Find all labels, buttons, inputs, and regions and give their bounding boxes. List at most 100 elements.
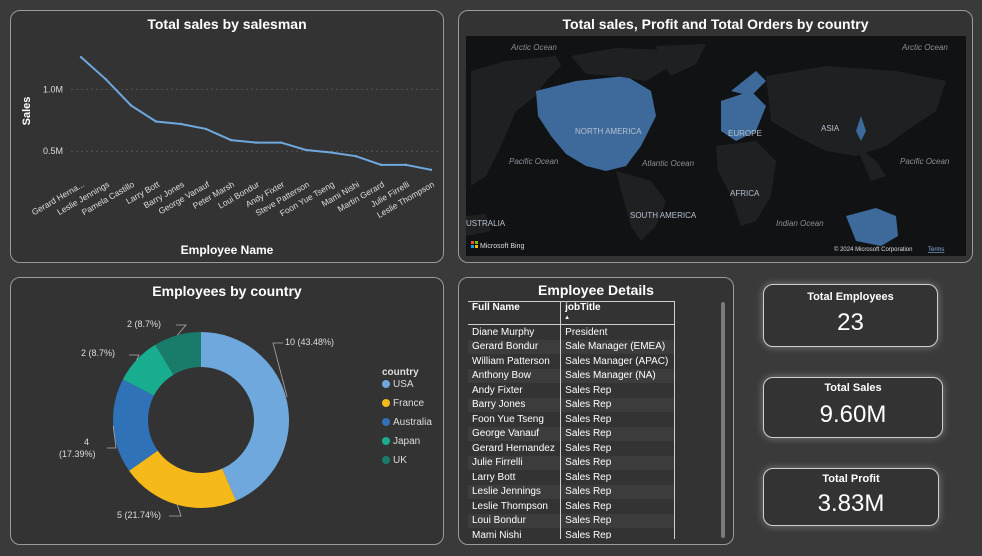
y-tick-label: 1.0M	[43, 84, 63, 94]
sort-ascending-icon: ▲	[564, 315, 571, 321]
employee-job-title: Sales Rep	[560, 383, 675, 398]
employee-job-title: Sales Rep	[560, 397, 675, 412]
employee-details-card[interactable]: Employee Details Full Name jobTitle ▲ Di…	[458, 277, 734, 545]
sales-map-title: Total sales, Profit and Total Orders by …	[562, 16, 869, 32]
job-title-header-label: jobTitle	[565, 302, 601, 313]
sales-by-salesman-card[interactable]: Total sales by salesman 0.5M 1.0M Gerard H…	[10, 10, 444, 263]
legend-swatch-icon	[382, 418, 390, 426]
total-sales-value: 9.60M	[819, 401, 887, 428]
map-label: Pacific Ocean	[509, 157, 559, 166]
sales-data-point[interactable]	[379, 163, 383, 167]
map-label: Indian Ocean	[776, 219, 824, 228]
slice-data-label: 10 (43.48%)	[285, 337, 334, 347]
employee-full-name: Mami Nishi	[468, 528, 562, 539]
employees-by-country-card[interactable]: Employees by country 10 (43.48%) 5 (21.74…	[10, 277, 444, 545]
bing-credit: Microsoft Bing	[480, 243, 524, 250]
slice-data-label: 2 (8.7%)	[81, 348, 115, 358]
sales-data-point[interactable]	[304, 148, 308, 152]
map-label: USTRALIA	[466, 219, 506, 228]
sales-data-point[interactable]	[79, 55, 83, 59]
table-row[interactable]: Leslie Thompson Sales Rep	[468, 499, 675, 514]
employee-full-name: William Patterson	[468, 354, 562, 369]
employee-full-name: Anthony Bow	[468, 368, 562, 383]
sales-data-point[interactable]	[154, 120, 158, 123]
table-row[interactable]: Gerard Hernandez Sales Rep	[468, 441, 675, 456]
table-row[interactable]: Julie Firrelli Sales Rep	[468, 455, 675, 470]
map-terms-link[interactable]: Terms	[928, 247, 944, 253]
total-profit-card[interactable]: Total Profit 3.83M	[763, 468, 939, 526]
table-row[interactable]: Barry Jones Sales Rep	[468, 397, 675, 412]
employee-full-name: Diane Murphy	[468, 324, 562, 340]
table-row[interactable]: Diane Murphy President	[468, 324, 675, 340]
table-scrollbar-thumb[interactable]	[721, 302, 725, 538]
total-employees-label: Total Employees	[807, 291, 894, 303]
sales-data-point[interactable]	[279, 141, 283, 144]
employees-donut-chart[interactable]: 10 (43.48%) 5 (21.74%) 4 (17.39%) 2 (8.7%) 2 …	[11, 278, 443, 544]
employee-job-title: Sales Rep	[560, 528, 675, 539]
column-header-job-title[interactable]: jobTitle ▲	[560, 301, 675, 325]
table-row[interactable]: Gerard Bondur Sale Manager (EMEA)	[468, 339, 675, 354]
total-employees-card[interactable]: Total Employees 23	[763, 284, 938, 347]
employee-job-title: Sales Manager (APAC)	[560, 354, 675, 369]
employee-full-name: Barry Jones	[468, 397, 562, 412]
employee-job-title: Sales Rep	[560, 441, 675, 456]
legend-item-usa[interactable]: USA	[393, 379, 414, 390]
sales-data-point[interactable]	[179, 122, 183, 126]
table-row[interactable]: Anthony Bow Sales Manager (NA)	[468, 368, 675, 383]
total-sales-card[interactable]: Total Sales 9.60M	[763, 377, 943, 438]
employee-job-title: Sales Rep	[560, 499, 675, 514]
employee-full-name: Leslie Jennings	[468, 484, 562, 499]
employee-full-name: George Vanauf	[468, 426, 562, 441]
slice-data-label: 4	[84, 437, 89, 447]
table-row[interactable]: Larry Bott Sales Rep	[468, 470, 675, 485]
legend-swatch-icon	[382, 437, 390, 445]
employee-job-title: Sales Rep	[560, 513, 675, 528]
sales-data-point[interactable]	[329, 151, 333, 154]
table-row[interactable]: Foon Yue Tseng Sales Rep	[468, 412, 675, 427]
employee-full-name: Larry Bott	[468, 470, 562, 485]
sales-data-point[interactable]	[129, 104, 133, 107]
sales-data-point[interactable]	[104, 78, 108, 81]
sales-data-point[interactable]	[354, 154, 358, 158]
sales-data-point[interactable]	[229, 138, 233, 142]
table-row[interactable]: Loui Bondur Sales Rep	[468, 513, 675, 528]
y-axis-title: Sales	[21, 97, 33, 126]
column-header-full-name[interactable]: Full Name	[468, 301, 562, 325]
employee-job-title: Sales Rep	[560, 412, 675, 427]
sales-data-point[interactable]	[254, 141, 258, 144]
legend-item-australia[interactable]: Australia	[393, 417, 432, 428]
legend-item-france[interactable]: France	[393, 398, 425, 409]
table-scrollbar-track[interactable]	[721, 302, 725, 538]
table-row[interactable]: Leslie Jennings Sales Rep	[468, 484, 675, 499]
sales-data-point[interactable]	[404, 163, 408, 167]
table-row[interactable]: Mami Nishi Sales Rep	[468, 528, 675, 539]
total-profit-label: Total Profit	[822, 473, 880, 485]
sales-line-series[interactable]	[80, 56, 432, 171]
employee-job-title: Sales Rep	[560, 455, 675, 470]
legend-swatch-icon	[382, 380, 390, 388]
total-profit-value: 3.83M	[817, 490, 885, 517]
sales-data-point[interactable]	[204, 127, 208, 131]
employee-table-container[interactable]: Full Name jobTitle ▲ Diane Murphy Preside…	[468, 301, 675, 539]
map-label: NORTH AMERICA	[575, 127, 642, 136]
employee-job-title: Sales Manager (NA)	[560, 368, 675, 383]
sales-data-point[interactable]	[429, 168, 433, 172]
legend-item-uk[interactable]: UK	[393, 455, 407, 466]
table-row[interactable]: William Patterson Sales Manager (APAC)	[468, 354, 675, 369]
map-label: SOUTH AMERICA	[630, 211, 697, 220]
employee-job-title: President	[560, 324, 675, 340]
employee-job-title: Sales Rep	[560, 470, 675, 485]
employee-full-name: Andy Fixter	[468, 383, 562, 398]
map-label: AFRICA	[730, 189, 760, 198]
legend-item-japan[interactable]: Japan	[393, 436, 420, 447]
map-label: Pacific Ocean	[900, 157, 950, 166]
sales-map-card[interactable]: Total sales, Profit and Total Orders by …	[458, 10, 973, 263]
sales-line-chart[interactable]: 0.5M1.0MGerard Herna...Leslie JenningsPa…	[11, 11, 443, 262]
employee-full-name: Foon Yue Tseng	[468, 412, 562, 427]
world-map[interactable]: Arctic Ocean Arctic Ocean Pacific Ocean …	[466, 36, 966, 256]
legend-swatch-icon	[382, 456, 390, 464]
slice-data-label: 5 (21.74%)	[117, 510, 161, 520]
table-row[interactable]: George Vanauf Sales Rep	[468, 426, 675, 441]
slice-leader-line	[169, 504, 182, 517]
table-row[interactable]: Andy Fixter Sales Rep	[468, 383, 675, 398]
